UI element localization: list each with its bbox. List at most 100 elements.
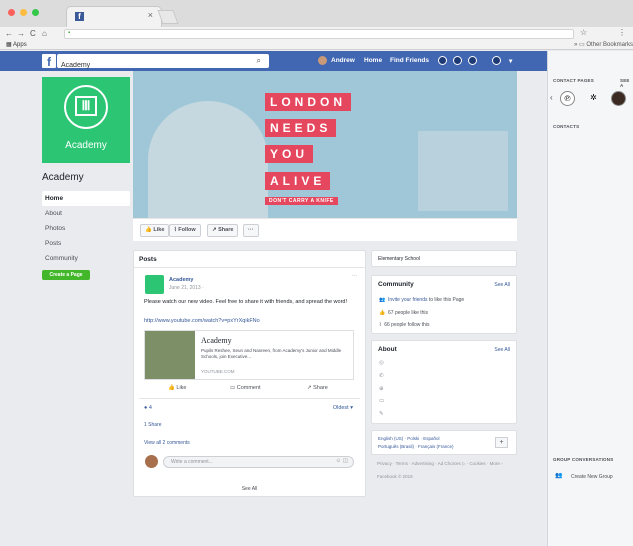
follow-button[interactable]: ⌇ Follow: [169, 224, 201, 237]
prev-pages-icon[interactable]: ‹: [550, 93, 553, 102]
post-comment-label: Comment: [236, 385, 261, 391]
page-action-bar: 👍 Like ⌇ Follow ↗ Share ···: [133, 218, 517, 241]
facebook-logo[interactable]: f: [42, 54, 56, 69]
post-share-button[interactable]: ↗ Share: [307, 385, 328, 391]
cover-tagline: DON'T CARRY A KNIFE: [265, 197, 338, 205]
help-icon[interactable]: [492, 56, 501, 65]
friend-requests-icon[interactable]: [438, 56, 447, 65]
invite-row: 👥 Invite your friends to like this Page: [379, 297, 464, 303]
shares-count[interactable]: 1 Share: [144, 422, 162, 428]
back-icon[interactable]: ←: [5, 27, 13, 40]
languages-line-1[interactable]: English (US) · Polski · Español: [378, 436, 440, 441]
cover-line-1: LONDON: [265, 93, 351, 111]
nav-photos[interactable]: Photos: [42, 221, 130, 236]
about-card: About See All ◎ ✆ ⊕ ▭ ✎: [371, 340, 517, 424]
find-friends-link[interactable]: Find Friends: [390, 57, 429, 64]
close-tab-icon[interactable]: ×: [148, 10, 153, 20]
post-date[interactable]: June 21, 2013 ·: [169, 285, 204, 291]
create-group-link[interactable]: Create New Group: [571, 474, 613, 480]
notifications-icon[interactable]: [468, 56, 477, 65]
envelope-icon: ▭: [379, 398, 385, 404]
add-language-button[interactable]: +: [495, 437, 508, 448]
apps-label: Apps: [13, 42, 27, 48]
messages-icon[interactable]: [453, 56, 462, 65]
contact-pages-see-all[interactable]: SEE A: [620, 78, 633, 88]
url-field[interactable]: ▪: [64, 29, 574, 39]
close-window-button[interactable]: [8, 9, 15, 16]
page-category[interactable]: Elementary School: [378, 256, 420, 262]
maximize-window-button[interactable]: [32, 9, 39, 16]
post-link[interactable]: http://www.youtube.com/watch?v=pxYrXqikF…: [144, 318, 260, 324]
reactions-number: 4: [148, 405, 152, 411]
nav-community[interactable]: Community: [42, 251, 130, 266]
preview-domain: YOUTUBE.COM: [201, 369, 235, 374]
more-button[interactable]: ···: [243, 224, 259, 237]
reload-icon[interactable]: C: [30, 27, 36, 40]
account-dropdown-icon[interactable]: ▾: [509, 57, 512, 65]
contacts-header: CONTACTS: [553, 124, 580, 129]
page-profile-picture[interactable]: Ⅲ Academy: [42, 77, 130, 163]
sort-dropdown[interactable]: Oldest ▾: [333, 405, 353, 411]
post-author[interactable]: Academy: [169, 277, 193, 283]
about-title[interactable]: About: [378, 346, 397, 353]
forward-icon[interactable]: →: [17, 27, 25, 40]
nav-posts[interactable]: Posts: [42, 236, 130, 251]
chat-sidebar: CONTACT PAGES SEE A ‹ ℗ ✲ CONTACTS GROUP…: [547, 51, 633, 546]
contact-page-3[interactable]: [611, 91, 626, 106]
footer-links[interactable]: Privacy · Terms · Advertising · Ad Choic…: [377, 461, 512, 467]
cover-line-2: NEEDS: [265, 119, 337, 137]
page-name[interactable]: Academy: [42, 172, 130, 183]
post-author-avatar[interactable]: [145, 275, 164, 294]
languages-line-2[interactable]: Português (Brasil) · Français (France): [378, 444, 454, 449]
nav-home[interactable]: Home: [42, 191, 130, 206]
bookmark-star-icon[interactable]: ☆: [580, 26, 587, 39]
likes-row: 👍 67 people like this: [379, 310, 428, 316]
nav-about[interactable]: About: [42, 206, 130, 221]
apps-shortcut[interactable]: ▦ Apps: [6, 41, 27, 48]
community-see-all[interactable]: See All: [494, 282, 510, 288]
reactions-count[interactable]: ● 4: [144, 405, 152, 411]
likes-text: 67 people like this: [388, 310, 429, 316]
see-all-posts[interactable]: See All: [134, 486, 365, 492]
emoji-icon[interactable]: ☺ ◫: [336, 458, 348, 464]
create-group-icon[interactable]: 👥: [555, 472, 562, 479]
cover-figure: [148, 101, 268, 218]
tab-bar: f ×: [0, 0, 633, 27]
contact-page-1[interactable]: ℗: [560, 91, 575, 106]
like-page-button[interactable]: 👍 Like: [140, 224, 170, 237]
community-title[interactable]: Community: [378, 281, 414, 288]
window-controls: [8, 9, 39, 16]
minimize-window-button[interactable]: [20, 9, 27, 16]
contact-page-2[interactable]: ✲: [586, 91, 601, 106]
create-page-button[interactable]: Create a Page: [42, 270, 90, 280]
post-options-icon[interactable]: ···: [352, 273, 358, 279]
view-comments-link[interactable]: View all 2 comments: [144, 440, 190, 446]
like-label: Like: [153, 227, 165, 233]
browser-window: f × ← → C ⌂ ▪ ☆ ⋮ ▦ Apps » ▭ Other Bookm…: [0, 0, 633, 546]
building-icon: Ⅲ: [75, 96, 97, 116]
bookmarks-bar: ▦ Apps » ▭ Other Bookmarks: [0, 40, 633, 50]
post-like-button[interactable]: 👍 Like: [168, 385, 186, 391]
facebook-favicon: f: [75, 12, 84, 21]
user-avatar[interactable]: [318, 56, 327, 65]
divider: [139, 398, 360, 399]
other-bookmarks[interactable]: » ▭ Other Bookmarks: [574, 41, 633, 48]
share-page-button[interactable]: ↗ Share: [207, 224, 239, 237]
comment-input[interactable]: Write a comment... ☺ ◫: [163, 456, 354, 468]
browser-tab[interactable]: f ×: [66, 6, 162, 27]
search-icon[interactable]: ⌕: [257, 56, 261, 66]
link-preview[interactable]: Academy Pupils Reshee, Seun and Nasreen,…: [144, 330, 354, 380]
cover-line-3: YOU: [265, 145, 314, 163]
logo-text: Academy: [65, 140, 107, 151]
browser-menu-icon[interactable]: ⋮: [618, 26, 626, 39]
invite-link[interactable]: Invite your friends: [388, 297, 427, 303]
home-link[interactable]: Home: [364, 57, 382, 64]
invite-icon: 👥: [379, 297, 386, 303]
preview-desc: Pupils Reshee, Seun and Nasreen, from Ac…: [201, 348, 342, 359]
profile-link[interactable]: Andrew: [331, 57, 355, 64]
post-share-label: Share: [313, 385, 328, 391]
about-see-all[interactable]: See All: [494, 347, 510, 353]
post-comment-button[interactable]: ▭ Comment: [230, 385, 261, 391]
home-icon[interactable]: ⌂: [42, 27, 47, 40]
posts-header: Posts: [139, 256, 157, 263]
